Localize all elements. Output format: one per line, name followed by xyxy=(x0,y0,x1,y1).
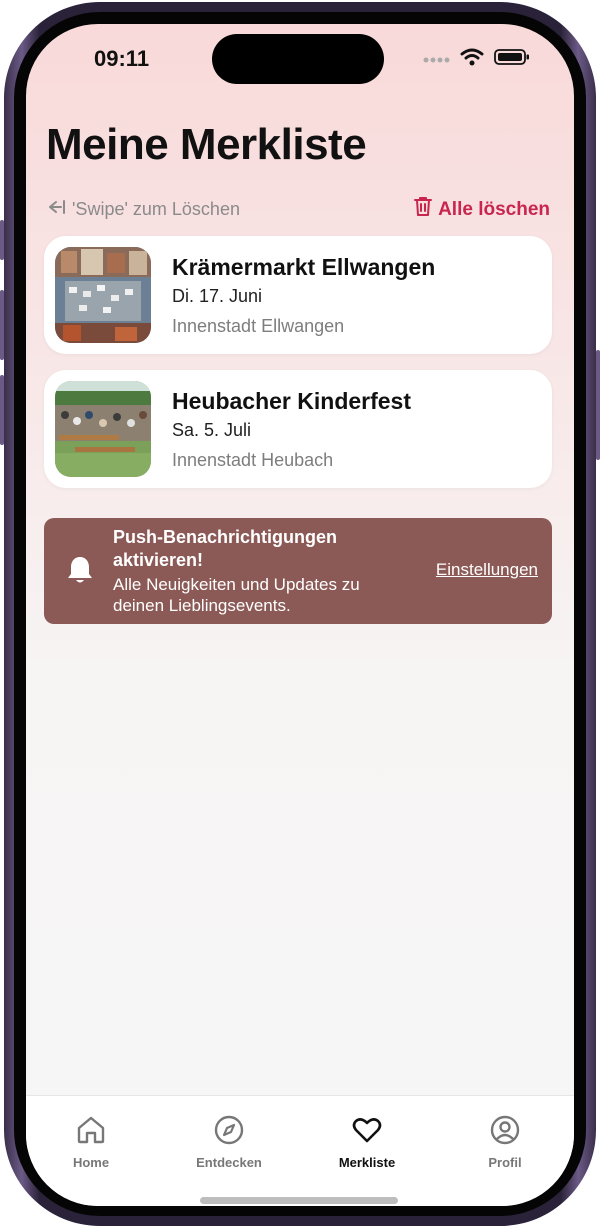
push-notification-banner: Push-Benachrichtigungen aktivieren! Alle… xyxy=(44,518,552,624)
push-banner-title: Push-Benachrichtigungen aktivieren! xyxy=(113,527,338,570)
heart-icon xyxy=(351,1118,383,1150)
status-icons xyxy=(422,48,530,71)
favorite-card-kraemermarkt[interactable]: Krämermarkt Ellwangen Di. 17. Juni Innen… xyxy=(44,236,552,354)
tab-label: Home xyxy=(72,1155,110,1170)
tab-bar: Home Entdecken Merkliste Profil xyxy=(26,1095,574,1206)
dynamic-island xyxy=(212,34,384,84)
favorite-card-kinderfest[interactable]: Heubacher Kinderfest Sa. 5. Juli Innenst… xyxy=(44,370,552,488)
tab-label: Merkliste xyxy=(338,1155,396,1170)
status-time: 09:11 xyxy=(94,46,150,71)
event-date: Sa. 5. Juli xyxy=(172,420,252,440)
bell-icon xyxy=(64,554,96,591)
event-location: Innenstadt Heubach xyxy=(172,450,334,470)
swipe-hint-label: 'Swipe' zum Löschen xyxy=(72,199,240,219)
event-thumbnail-festival xyxy=(55,381,151,477)
volume-down-button xyxy=(0,375,4,445)
event-date: Di. 17. Juni xyxy=(172,286,263,306)
clear-all-button[interactable]: Alle löschen xyxy=(414,196,550,223)
compass-icon xyxy=(213,1115,245,1150)
event-thumbnail-market xyxy=(55,247,151,343)
wifi-icon xyxy=(460,48,484,71)
tab-label: Profil xyxy=(488,1155,522,1170)
page-title: Meine Merkliste xyxy=(46,120,367,169)
event-title: Heubacher Kinderfest xyxy=(172,388,412,414)
tab-home[interactable]: Home xyxy=(36,1114,146,1170)
swipe-hint: 'Swipe' zum Löschen xyxy=(46,198,240,221)
push-banner-text: Alle Neuigkeiten und Updates zu deinen L… xyxy=(113,575,360,615)
tab-label: Entdecken xyxy=(196,1155,262,1170)
home-icon xyxy=(75,1116,107,1150)
power-button xyxy=(596,350,600,460)
clear-all-label: Alle löschen xyxy=(438,198,550,220)
app-screen: 09:11 Meine Merkliste 'Swipe' zum Lösche… xyxy=(26,24,574,1206)
tab-profil[interactable]: Profil xyxy=(450,1114,560,1170)
event-title: Krämermarkt Ellwangen xyxy=(172,254,436,280)
home-indicator xyxy=(200,1197,398,1204)
swipe-left-icon xyxy=(46,198,66,221)
side-button xyxy=(0,220,4,260)
battery-icon xyxy=(494,48,530,71)
settings-link[interactable]: Einstellungen xyxy=(436,560,538,580)
tab-entdecken[interactable]: Entdecken xyxy=(174,1114,284,1170)
trash-icon xyxy=(414,196,433,223)
event-location: Innenstadt Ellwangen xyxy=(172,316,345,336)
tab-merkliste[interactable]: Merkliste xyxy=(312,1114,422,1170)
profile-icon xyxy=(489,1115,521,1150)
signal-icon xyxy=(422,51,450,69)
volume-up-button xyxy=(0,290,4,360)
